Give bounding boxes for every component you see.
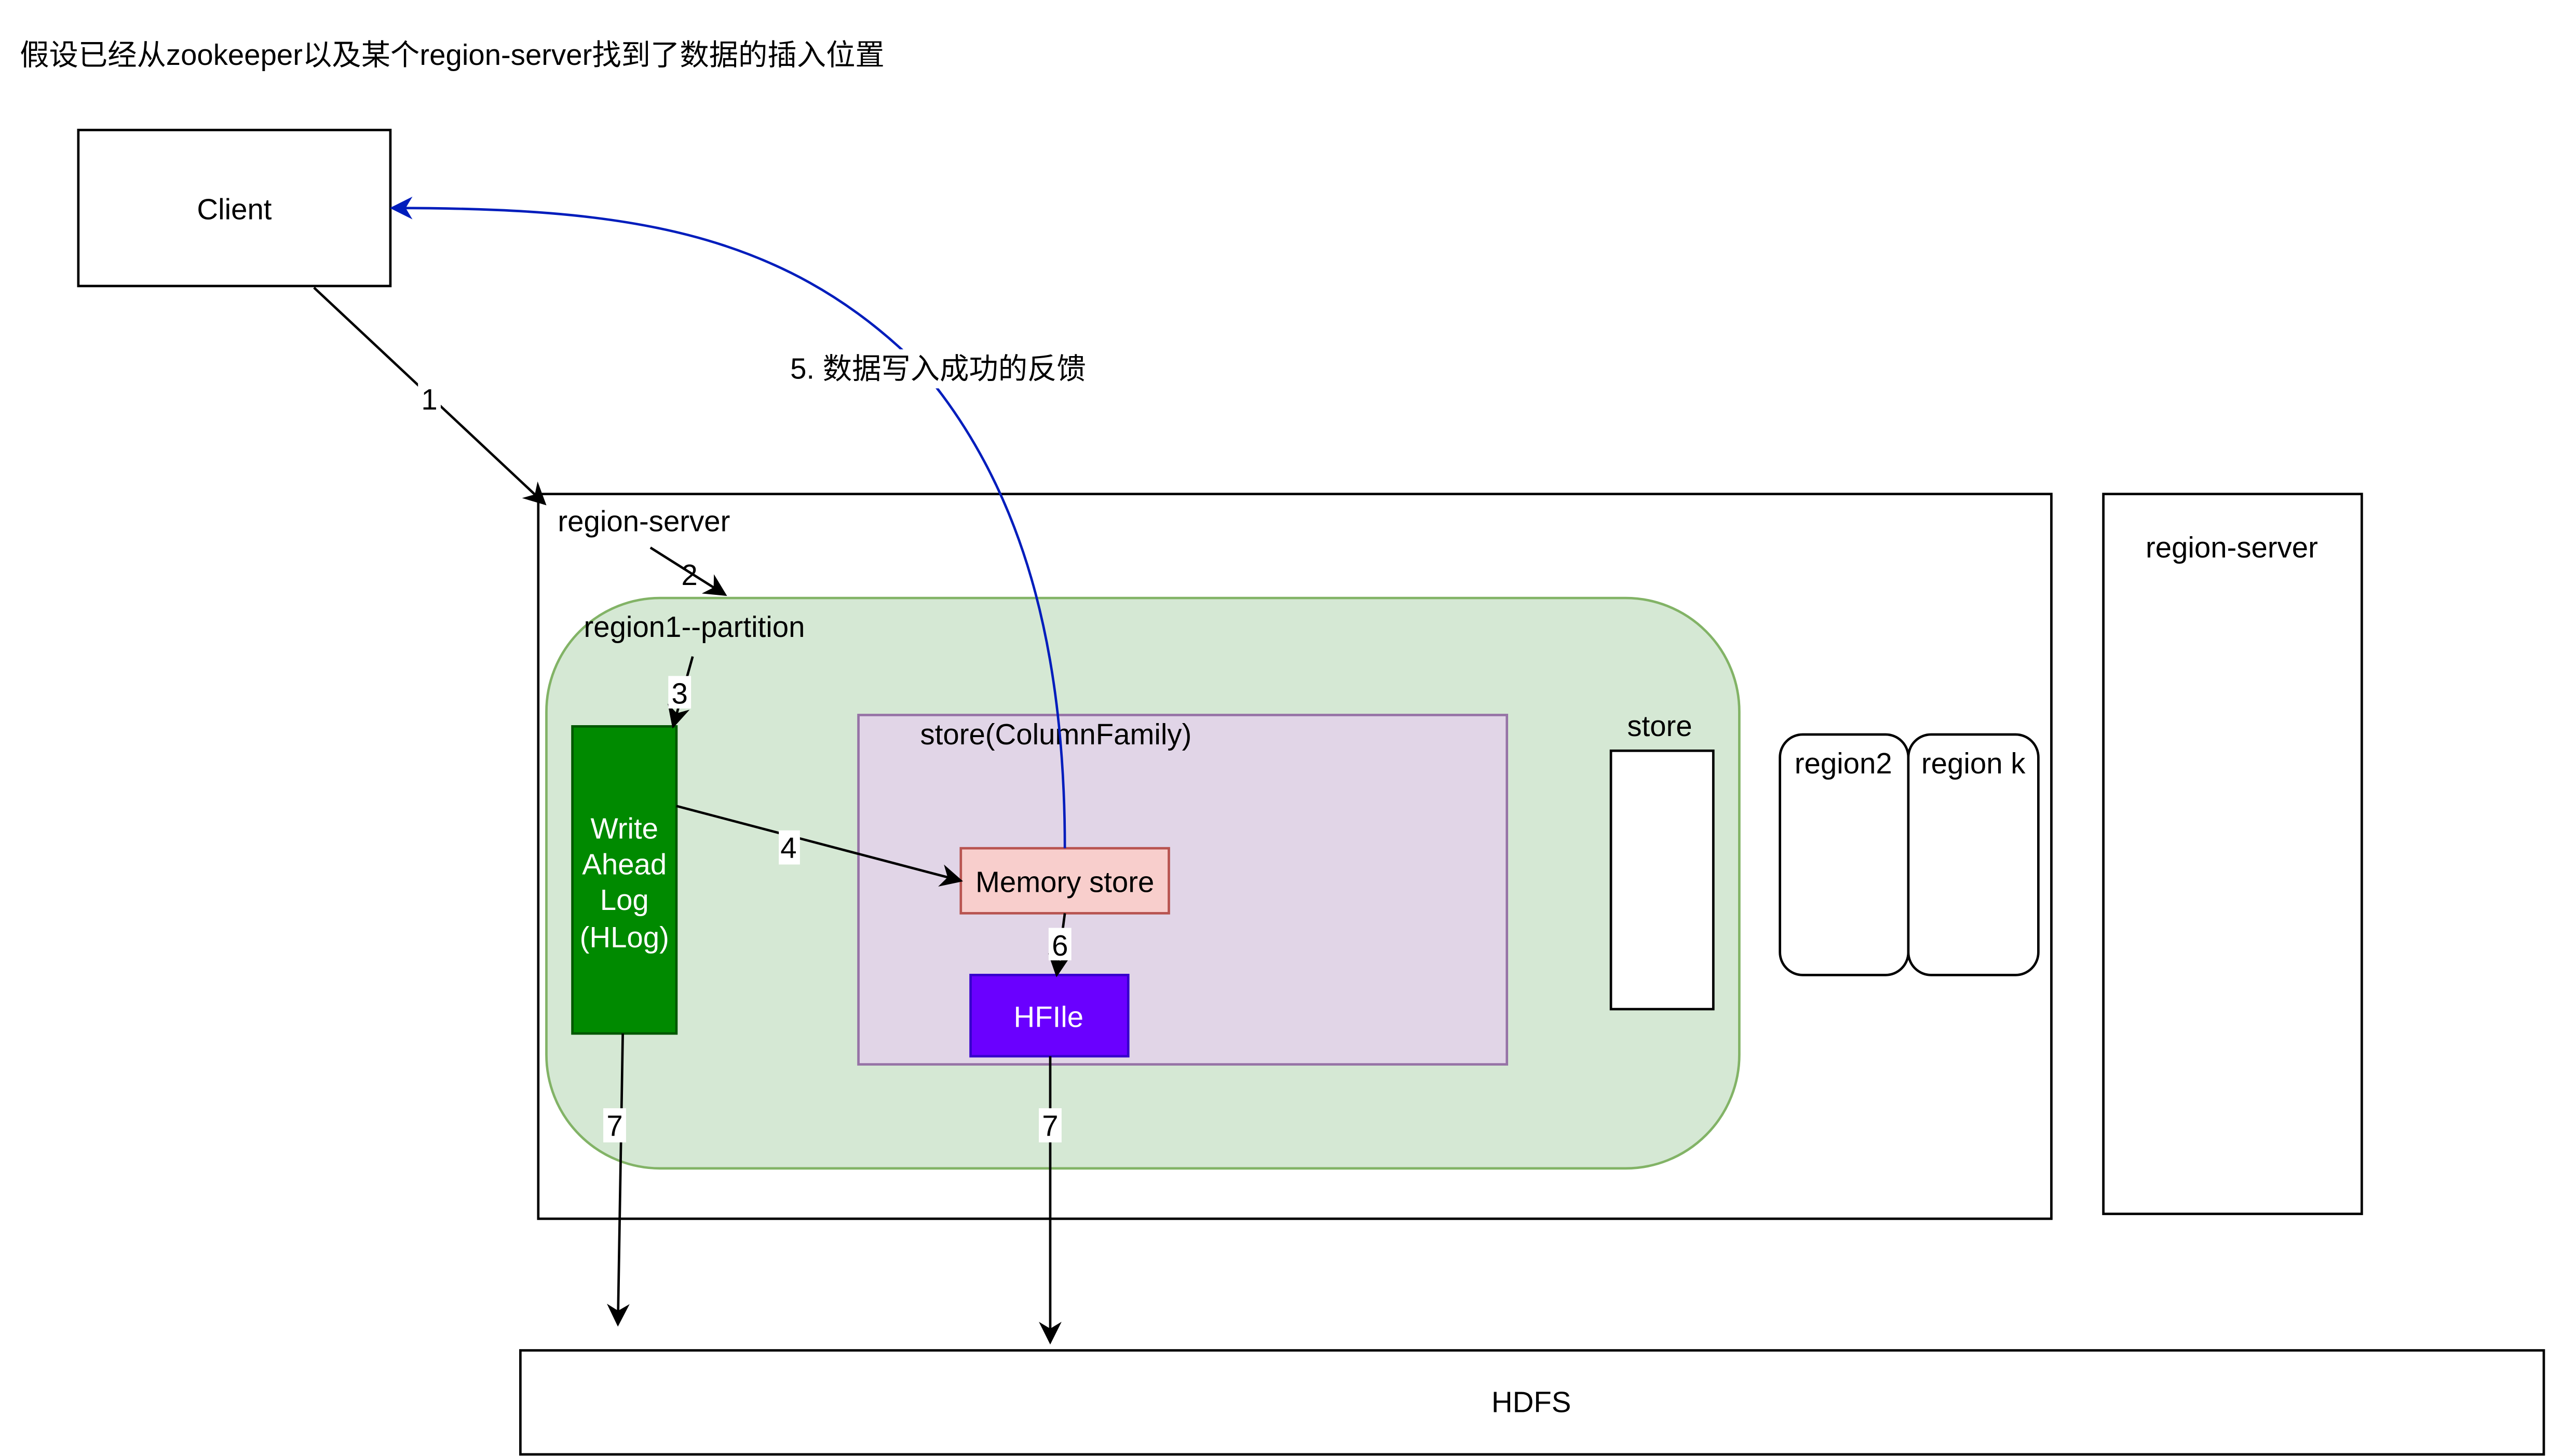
- hfile-label: HFIle: [1014, 1001, 1084, 1033]
- hdfs-label: HDFS: [1492, 1385, 1571, 1418]
- edge-7a-label: 7: [606, 1109, 622, 1142]
- edge-5-label: 5. 数据写入成功的反馈: [790, 352, 1086, 385]
- memory-store-label: Memory store: [975, 866, 1154, 899]
- edge-1-label: 1: [421, 383, 437, 416]
- region-server-other: [2102, 493, 2363, 1215]
- region2-label: region2: [1795, 747, 1892, 780]
- region1-label: region1--partition: [584, 610, 805, 643]
- region-server-other-label: region-server: [2146, 531, 2318, 564]
- region-k-label: region k: [1921, 747, 2026, 780]
- store-label: store: [1627, 710, 1692, 742]
- wal-label-1: Write: [591, 812, 658, 845]
- wal-label-3: Log: [600, 883, 649, 916]
- wal-label-4: (HLog): [580, 921, 669, 954]
- diagram-title: 假设已经从zookeeper以及某个region-server找到了数据的插入位…: [20, 38, 885, 71]
- store-node: [1609, 749, 1715, 1011]
- edge-7b-label: 7: [1042, 1109, 1058, 1142]
- wal-label-2: Ahead: [582, 848, 667, 880]
- store-columnfamily-label: store(ColumnFamily): [920, 718, 1192, 751]
- client-label: Client: [197, 193, 272, 226]
- edge-3-label: 3: [672, 677, 688, 710]
- hbase-write-diagram: 假设已经从zookeeper以及某个region-server找到了数据的插入位…: [20, 38, 2545, 1456]
- store-columnfamily: [857, 714, 1509, 1066]
- edge-4-label: 4: [780, 832, 796, 864]
- region-server-main-label: region-server: [558, 505, 730, 538]
- edge-2-label: 2: [681, 559, 697, 591]
- edge-6-label: 6: [1052, 929, 1068, 962]
